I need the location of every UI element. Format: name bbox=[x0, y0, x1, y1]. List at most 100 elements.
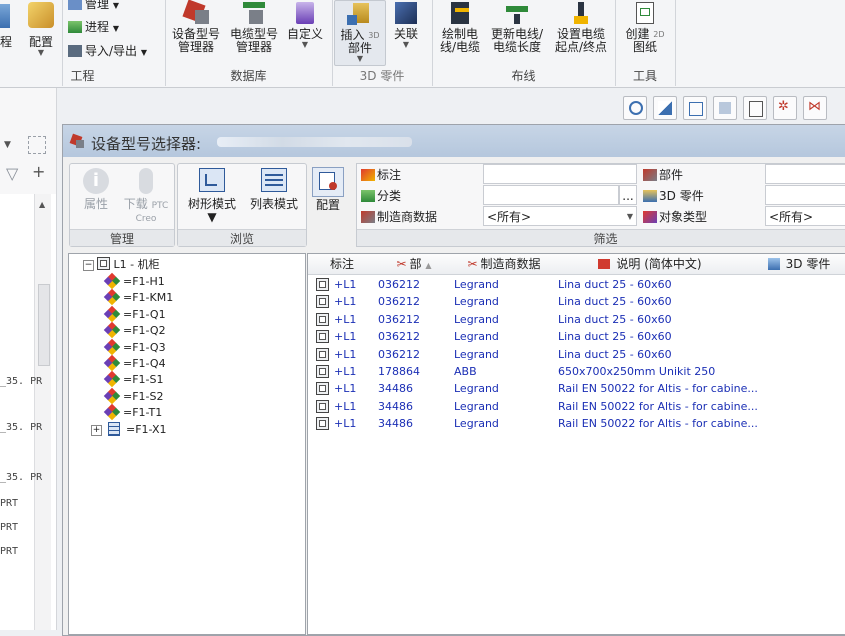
component-icon bbox=[103, 338, 121, 355]
group-label-3d-parts: 3D 零件 bbox=[359, 69, 405, 83]
manufacturer-icon bbox=[361, 211, 375, 223]
tree-item[interactable]: =F1-T1 bbox=[103, 403, 162, 421]
tree-item[interactable]: + =F1-X1 bbox=[91, 421, 167, 438]
component-icon bbox=[103, 272, 121, 290]
process-menu[interactable]: 进程 ▼ bbox=[68, 18, 119, 35]
cell-part: 34486 bbox=[378, 382, 413, 396]
part-filter-input[interactable] bbox=[765, 164, 845, 184]
table-row[interactable]: +L1 34486 Legrand Rail EN 50022 for Altis -… bbox=[308, 380, 845, 397]
group-label-project: 工程 bbox=[70, 69, 95, 83]
table-row[interactable]: +L1 036212 Legrand Lina duct 25 - 60x60 bbox=[308, 311, 845, 328]
cabinet-icon bbox=[316, 330, 329, 344]
part3d-filter-input[interactable] bbox=[765, 185, 845, 205]
cell-part: 036212 bbox=[378, 347, 420, 361]
add-icon[interactable]: + bbox=[32, 162, 45, 181]
cabinet-icon bbox=[316, 382, 329, 396]
tree-item-label: =F1-X1 bbox=[126, 422, 167, 436]
tree-item[interactable]: =F1-H1 bbox=[103, 272, 165, 290]
zoom-icon[interactable] bbox=[623, 96, 647, 120]
cabinet-icon bbox=[316, 312, 329, 326]
relate-icon bbox=[391, 0, 421, 26]
create-2d-drawing-button[interactable]: 创建 2D 图纸 bbox=[618, 0, 672, 54]
tree-root[interactable]: − L1 - 机柜 bbox=[83, 257, 160, 273]
expand-icon[interactable]: + bbox=[91, 424, 102, 436]
column-header-manufacturer[interactable]: ✂ 制造商数据 bbox=[452, 254, 557, 275]
tree-item[interactable]: =F1-Q3 bbox=[103, 338, 166, 356]
classify-filter-input[interactable] bbox=[483, 185, 619, 205]
tree-item[interactable]: =F1-Q4 bbox=[103, 354, 166, 372]
download-creo-button[interactable]: 下载 PTC Creo bbox=[120, 168, 172, 226]
filter-icon[interactable]: ▽ bbox=[6, 164, 18, 183]
cube-icon[interactable] bbox=[683, 96, 707, 120]
shading-icon[interactable] bbox=[713, 96, 737, 120]
tree-item[interactable]: =F1-S1 bbox=[103, 371, 164, 388]
table-row[interactable]: +L1 036212 Legrand Lina duct 25 - 60x60 bbox=[308, 346, 845, 363]
table-row[interactable]: +L1 036212 Legrand Lina duct 25 - 60x60 bbox=[308, 293, 845, 310]
filter-panel: 标注 分类 ... 制造商数据 <所有> ▼ 部件 3D 零件 对象类型 <所有>… bbox=[356, 163, 845, 247]
tree-item[interactable]: =F1-Q1 bbox=[103, 305, 166, 323]
cell-tag: +L1 bbox=[334, 382, 357, 396]
cable-model-manager-button[interactable]: 电缆型号 管理器 bbox=[226, 0, 282, 54]
properties-button[interactable]: i 属性 bbox=[76, 168, 116, 211]
tree-item[interactable]: =F1-Q2 bbox=[103, 321, 166, 339]
tree-item[interactable]: =F1-KM1 bbox=[103, 289, 173, 306]
tree-options-icon[interactable] bbox=[28, 136, 46, 154]
tree-item[interactable]: =F1-S2 bbox=[103, 387, 164, 405]
layers-icon[interactable] bbox=[743, 96, 767, 120]
configure-button[interactable]: 配置 bbox=[309, 167, 347, 212]
table-row[interactable]: +L1 34486 Legrand Rail EN 50022 for Altis -… bbox=[308, 415, 845, 432]
table-row[interactable]: +L1 036212 Legrand Lina duct 25 - 60x60 bbox=[308, 328, 845, 345]
set-cable-endpoints-button[interactable]: 设置电缆 起点/终点 bbox=[550, 0, 612, 54]
group-label-tools: 工具 bbox=[632, 69, 657, 83]
draw-wire-button[interactable]: 绘制电 线/电缆 bbox=[436, 0, 484, 54]
configure-icon bbox=[312, 167, 344, 197]
import-export-menu[interactable]: 导入/导出 ▼ bbox=[68, 42, 147, 59]
list-mode-button[interactable]: 列表模式 bbox=[244, 168, 304, 211]
column-header-description[interactable]: 说明 (简体中文) bbox=[556, 254, 745, 275]
table-row[interactable]: +L1 036212 Legrand Lina duct 25 - 60x60 bbox=[308, 276, 845, 293]
sort-up-icon: ▲ bbox=[425, 261, 432, 270]
update-wire-length-button[interactable]: 更新电线/ 电缆长度 bbox=[487, 0, 547, 54]
device-model-manager-button[interactable]: 设备型号 管理器 bbox=[168, 0, 224, 54]
cell-description: Lina duct 25 - 60x60 bbox=[558, 312, 672, 326]
chevron-down-icon[interactable]: ▼ bbox=[4, 140, 11, 150]
cell-manufacturer: Legrand bbox=[454, 295, 499, 309]
project-button[interactable]: 程 bbox=[0, 0, 12, 49]
chevron-down-icon: ▼ bbox=[112, 24, 119, 33]
cabinet-icon bbox=[316, 417, 329, 431]
chevron-down-icon: ▼ bbox=[37, 48, 45, 57]
collapse-icon[interactable]: − bbox=[83, 260, 94, 271]
tree-mode-button[interactable]: 树形模式 ▼ bbox=[182, 168, 242, 224]
column-header-part[interactable]: ✂ 部 ▲ bbox=[376, 254, 453, 275]
grid-icon bbox=[68, 0, 82, 10]
scroll-thumb[interactable] bbox=[38, 284, 50, 366]
view-orient-icon[interactable] bbox=[653, 96, 677, 120]
manufacturer-filter-select[interactable]: <所有> ▼ bbox=[483, 206, 637, 226]
classify-browse-button[interactable]: ... bbox=[619, 185, 637, 205]
config-button[interactable]: 配置 ▼ bbox=[26, 0, 56, 57]
column-header-tag[interactable]: 标注 bbox=[308, 254, 377, 275]
table-row[interactable]: +L1 178864 ABB 650x700x250mm Unikit 250 bbox=[308, 363, 845, 380]
network-icon[interactable]: ⋈ bbox=[803, 96, 827, 120]
datum-display-icon[interactable]: ✲ bbox=[773, 96, 797, 120]
manage-menu[interactable]: 管理 ▼ bbox=[68, 0, 119, 12]
customize-button[interactable]: 自定义 ▼ bbox=[284, 0, 326, 49]
objtype-filter-select[interactable]: <所有> bbox=[765, 206, 845, 226]
tree-item-label: =F1-Q3 bbox=[123, 340, 166, 354]
component-icon bbox=[103, 289, 121, 306]
project-icon bbox=[0, 0, 12, 34]
insert-3d-part-button[interactable]: 插入 3D 部件 ▼ bbox=[334, 0, 386, 66]
manufacturer-filter-label: 制造商数据 bbox=[361, 207, 437, 227]
redacted-title-text bbox=[217, 137, 412, 147]
table-row[interactable]: +L1 34486 Legrand Rail EN 50022 for Altis -… bbox=[308, 398, 845, 415]
left-scrollbar[interactable]: ▲ bbox=[34, 194, 51, 630]
process-icon bbox=[68, 21, 82, 33]
scroll-up-icon[interactable]: ▲ bbox=[39, 200, 45, 209]
flag-icon bbox=[598, 259, 611, 269]
tree-item-label: =F1-Q1 bbox=[123, 307, 166, 321]
component-icon bbox=[103, 354, 121, 372]
relate-button[interactable]: 关联 ▼ bbox=[388, 0, 424, 49]
tag-filter-input[interactable] bbox=[483, 164, 637, 184]
column-header-3d-part[interactable]: 3D 零件 bbox=[744, 254, 845, 275]
dialog-title-bar[interactable]: 设备型号选择器: bbox=[63, 125, 845, 157]
